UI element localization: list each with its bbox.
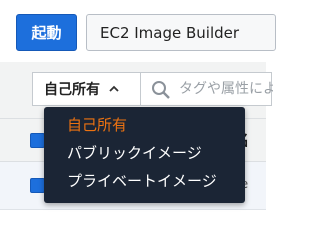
menu-item-owned-by-me[interactable]: 自己所有 xyxy=(44,111,245,139)
row-checkbox[interactable] xyxy=(30,178,45,193)
menu-item-private-images[interactable]: プライベートイメージ xyxy=(44,167,245,195)
search-input[interactable] xyxy=(179,73,273,105)
filter-bar: 自己所有 xyxy=(32,72,273,106)
ec2-image-builder-button[interactable]: EC2 Image Builder xyxy=(86,14,276,51)
chevron-up-icon xyxy=(109,85,119,92)
launch-button[interactable]: 起動 xyxy=(16,14,77,51)
select-all-checkbox[interactable] xyxy=(30,133,45,148)
menu-item-public-images[interactable]: パブリックイメージ xyxy=(44,139,245,167)
owner-dropdown-menu: 自己所有 パブリックイメージ プライベートイメージ xyxy=(44,107,245,203)
owner-filter-dropdown[interactable]: 自己所有 xyxy=(33,73,141,105)
toolbar: 起動 EC2 Image Builder xyxy=(0,0,276,63)
owner-filter-label: 自己所有 xyxy=(44,82,100,98)
search-icon xyxy=(152,81,170,99)
